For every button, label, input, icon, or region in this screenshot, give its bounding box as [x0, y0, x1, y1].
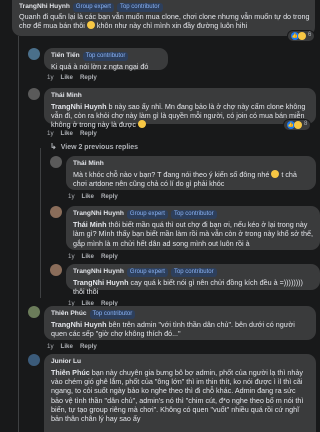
comment-text: Thiên Phúc bạn này chuyên gia bưng bô bợ… [51, 367, 304, 424]
comment-bubble: Thiên Phúc Top contributor TrangNhi Huyn… [44, 306, 316, 340]
comment: Thiên Phúc Top contributor TrangNhi Huyn… [28, 306, 316, 340]
comment-text: Thái Minh thôi biết mần quá thì out chợ … [73, 220, 313, 248]
comment: TrangNhi Huynh Group expert Top contribu… [50, 206, 320, 250]
comment-time[interactable]: 1y [68, 193, 75, 201]
reply-button[interactable]: Reply [101, 193, 118, 201]
comment: TrangNhi Huynh Group expert Top contribu… [50, 264, 320, 296]
comment-time[interactable]: 1y [47, 343, 54, 351]
mention-link[interactable]: TrangNhi Huynh [51, 320, 107, 329]
avatar[interactable] [28, 306, 40, 318]
mention-link[interactable]: TrangNhi Huynh [51, 102, 107, 111]
comment-actions: 1y Like Reply [47, 130, 97, 138]
comment-bubble: Tiến Tiến Top contributor Ki quá à nói l… [44, 48, 168, 71]
top-contributor-badge: Top contributor [170, 268, 217, 277]
like-button[interactable]: Like [82, 193, 94, 201]
reply-button[interactable]: Reply [80, 343, 97, 351]
reply-button[interactable]: Reply [80, 130, 97, 138]
avatar[interactable] [50, 264, 62, 276]
avatar[interactable] [28, 88, 40, 100]
top-contributor-badge: Top contributor [89, 310, 136, 319]
comment-time[interactable]: 1y [68, 253, 75, 261]
comment-actions: 1y Like Reply [68, 193, 118, 201]
thread-line [40, 148, 41, 298]
comment-author[interactable]: Thái Minh [73, 160, 104, 169]
comment: Junior Lu Thiên Phúc bạn này chuyên gia … [28, 354, 316, 432]
comment-text: TrangNhi Huynh b này sao ấy nhỉ. Mn đang… [51, 101, 306, 130]
comment-actions: 1y Like Reply [47, 343, 97, 351]
comment: Thái Minh Mà t khóc chỗ nào v bạn? T đan… [50, 156, 316, 190]
smile-emoji-icon [137, 120, 146, 129]
avatar[interactable] [28, 48, 40, 60]
comment-text: Quanh đi quẩn lại là các bạn vẫn muốn mu… [19, 12, 310, 31]
comment-author[interactable]: Thiên Phúc [51, 310, 87, 319]
comment-actions: 1y Like Reply [47, 74, 97, 82]
top-contributor-badge: Top contributor [82, 52, 129, 61]
comment-bubble: TrangNhi Huynh Group expert Top contribu… [66, 206, 320, 250]
like-button[interactable]: Like [61, 74, 73, 82]
reply-button[interactable]: Reply [80, 74, 97, 82]
avatar[interactable] [50, 206, 62, 218]
comment: Thái Minh TrangNhi Huynh b này sao ấy nh… [28, 88, 316, 129]
top-contributor-badge: Top contributor [170, 210, 217, 219]
reaction-summary[interactable]: 👍 6 [288, 31, 315, 41]
group-expert-badge: Group expert [72, 3, 114, 12]
top-contributor-badge: Top contributor [116, 3, 163, 12]
group-expert-badge: Group expert [126, 210, 168, 219]
reply-button[interactable]: Reply [101, 253, 118, 261]
comment: Tiến Tiến Top contributor Ki quá à nói l… [28, 48, 168, 71]
comment-text: TrangNhi Huynh cay quá k biết nói gì nên… [73, 278, 303, 297]
avatar[interactable] [28, 354, 40, 366]
thread-line [18, 36, 19, 432]
comment-author[interactable]: Junior Lu [51, 358, 81, 367]
comment-actions: 1y Like Reply [68, 253, 118, 261]
comment-author[interactable]: TrangNhi Huynh [19, 3, 70, 12]
mention-link[interactable]: Thiên Phúc [51, 368, 90, 377]
mention-link[interactable]: Thái Minh [73, 220, 107, 229]
comment-author[interactable]: Tiến Tiến [51, 52, 80, 61]
comment-text: Ki quá à nói lờn z ngta ngại đó [51, 62, 149, 71]
smile-emoji-icon [271, 169, 280, 178]
avatar[interactable] [50, 156, 62, 168]
laughing-emoji-icon [86, 21, 95, 30]
reaction-summary[interactable]: 👍 8 [284, 120, 311, 130]
comment-time[interactable]: 1y [47, 130, 54, 138]
mention-link[interactable]: TrangNhi Huynh [73, 278, 129, 287]
like-button[interactable]: Like [61, 130, 73, 138]
comment-text: TrangNhi Huynh bên trên admin "với tình … [51, 320, 295, 339]
comment-author[interactable]: TrangNhi Huynh [73, 268, 124, 277]
comment-bubble: Junior Lu Thiên Phúc bạn này chuyên gia … [44, 354, 316, 432]
comment-author[interactable]: TrangNhi Huynh [73, 210, 124, 219]
comment-bubble: TrangNhi Huynh Group expert Top contribu… [12, 0, 315, 36]
comment-time[interactable]: 1y [47, 74, 54, 82]
view-previous-replies-button[interactable]: ↳ View 2 previous replies [50, 142, 138, 152]
like-button[interactable]: Like [61, 343, 73, 351]
group-expert-badge: Group expert [126, 268, 168, 277]
comment-bubble: TrangNhi Huynh Group expert Top contribu… [66, 264, 320, 296]
haha-reaction-icon [294, 121, 302, 129]
comment-text: Mà t khóc chỗ nào v bạn? T đang nói theo… [73, 169, 297, 188]
reply-arrow-icon: ↳ [50, 142, 57, 151]
comment-bubble: Thái Minh Mà t khóc chỗ nào v bạn? T đan… [66, 156, 316, 190]
haha-reaction-icon [298, 32, 306, 40]
like-button[interactable]: Like [82, 253, 94, 261]
comment-bubble: Thái Minh TrangNhi Huynh b này sao ấy nh… [44, 88, 316, 129]
comment-author[interactable]: Thái Minh [51, 92, 82, 101]
